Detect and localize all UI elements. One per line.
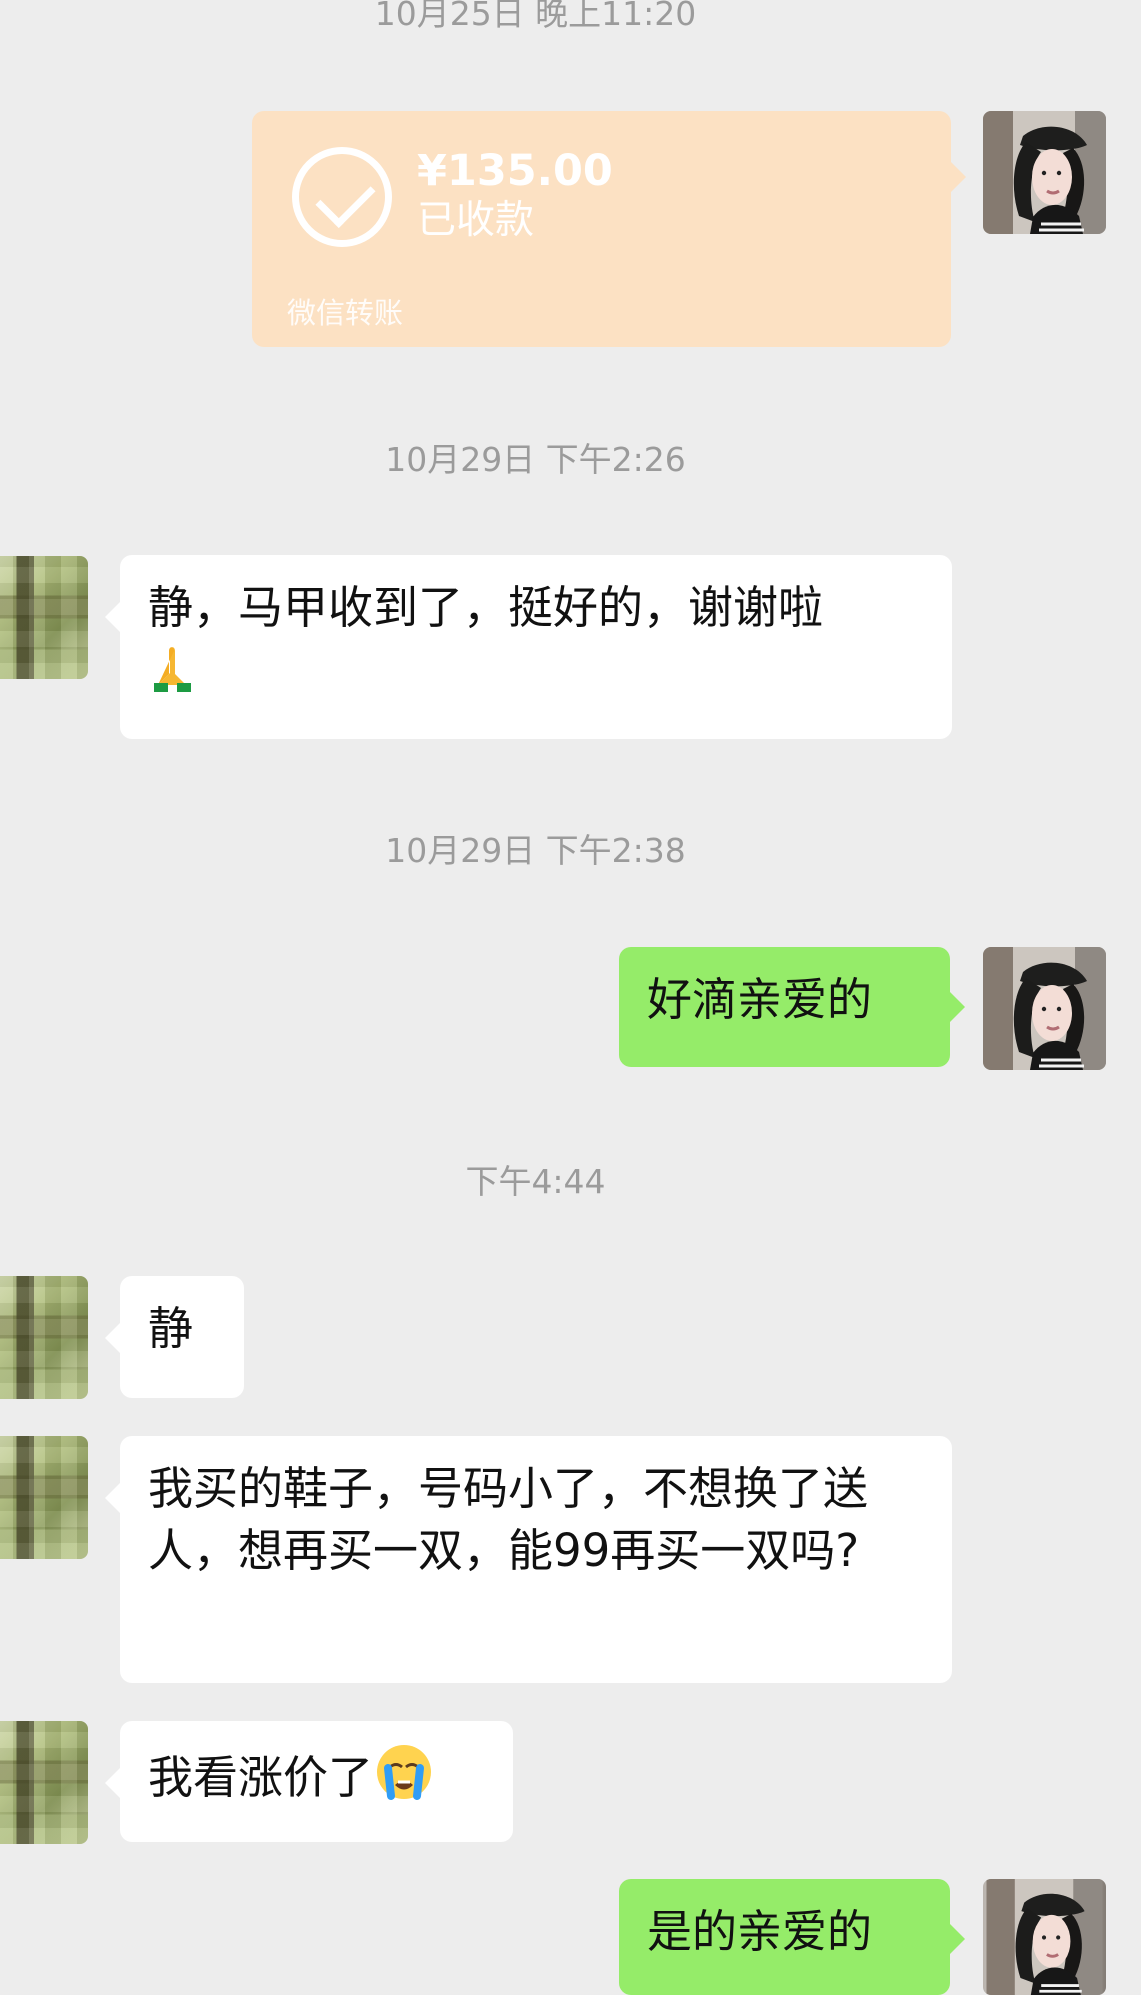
timestamp-4: 下午4:44 [465, 1162, 606, 1201]
contact-avatar-4[interactable] [0, 1721, 88, 1844]
transfer-amount: ¥135.00 [417, 146, 613, 196]
incoming-message-bubble-3[interactable]: 我买的鞋子，号码小了，不想换了送人，想再买一双，能99再买一双吗? [105, 1436, 952, 1683]
incoming-message-bubble-2[interactable]: 静 [105, 1276, 244, 1398]
beret-woman-avatar-icon [983, 947, 1106, 1070]
outgoing-message-bubble-1[interactable]: 好滴亲爱的 [619, 947, 965, 1067]
beret-woman-avatar-icon [983, 111, 1106, 234]
message-text-1: 静，马甲收到了，挺好的，谢谢啦 [148, 581, 824, 634]
my-avatar[interactable] [983, 1879, 1106, 1995]
my-avatar[interactable] [983, 111, 1106, 234]
folded-hands-emoji-icon [154, 647, 191, 692]
message-text-4: 我买的鞋子，号码小了，不想换了送人，想再买一双，能99再买一双吗? [148, 1462, 869, 1577]
chat-screen: 10月25日 晚上11:20 ¥135.00 已收款 微信转账 10月29日 下… [0, 0, 1141, 1995]
wechat-transfer-label: 微信转账 [287, 296, 404, 330]
timestamp-3: 10月29日 下午2:38 [385, 831, 686, 870]
contact-avatar-1[interactable] [0, 556, 88, 679]
message-text-3: 静 [148, 1302, 194, 1355]
message-text-6: 是的亲爱的 [647, 1905, 873, 1958]
transfer-status: 已收款 [417, 198, 535, 243]
crying-face-emoji-icon [377, 1745, 432, 1800]
contact-avatar-3[interactable] [0, 1436, 88, 1559]
incoming-message-bubble-4[interactable]: 我看涨价了 [105, 1721, 513, 1842]
incoming-message-bubble-1[interactable]: 静，马甲收到了，挺好的，谢谢啦 [105, 555, 952, 739]
wechat-transfer-card[interactable]: ¥135.00 已收款 微信转账 [252, 111, 966, 347]
message-text-2: 好滴亲爱的 [647, 973, 873, 1026]
my-avatar[interactable] [983, 947, 1106, 1070]
timestamp-2: 10月29日 下午2:26 [385, 440, 686, 479]
timestamp-1: 10月25日 晚上11:20 [374, 0, 697, 33]
outgoing-message-bubble-2[interactable]: 是的亲爱的 [619, 1879, 965, 1995]
message-text-5: 我看涨价了 [148, 1751, 374, 1804]
received-check-icon [292, 147, 392, 247]
contact-avatar-2[interactable] [0, 1276, 88, 1399]
beret-woman-avatar-icon [986, 1879, 1103, 1995]
